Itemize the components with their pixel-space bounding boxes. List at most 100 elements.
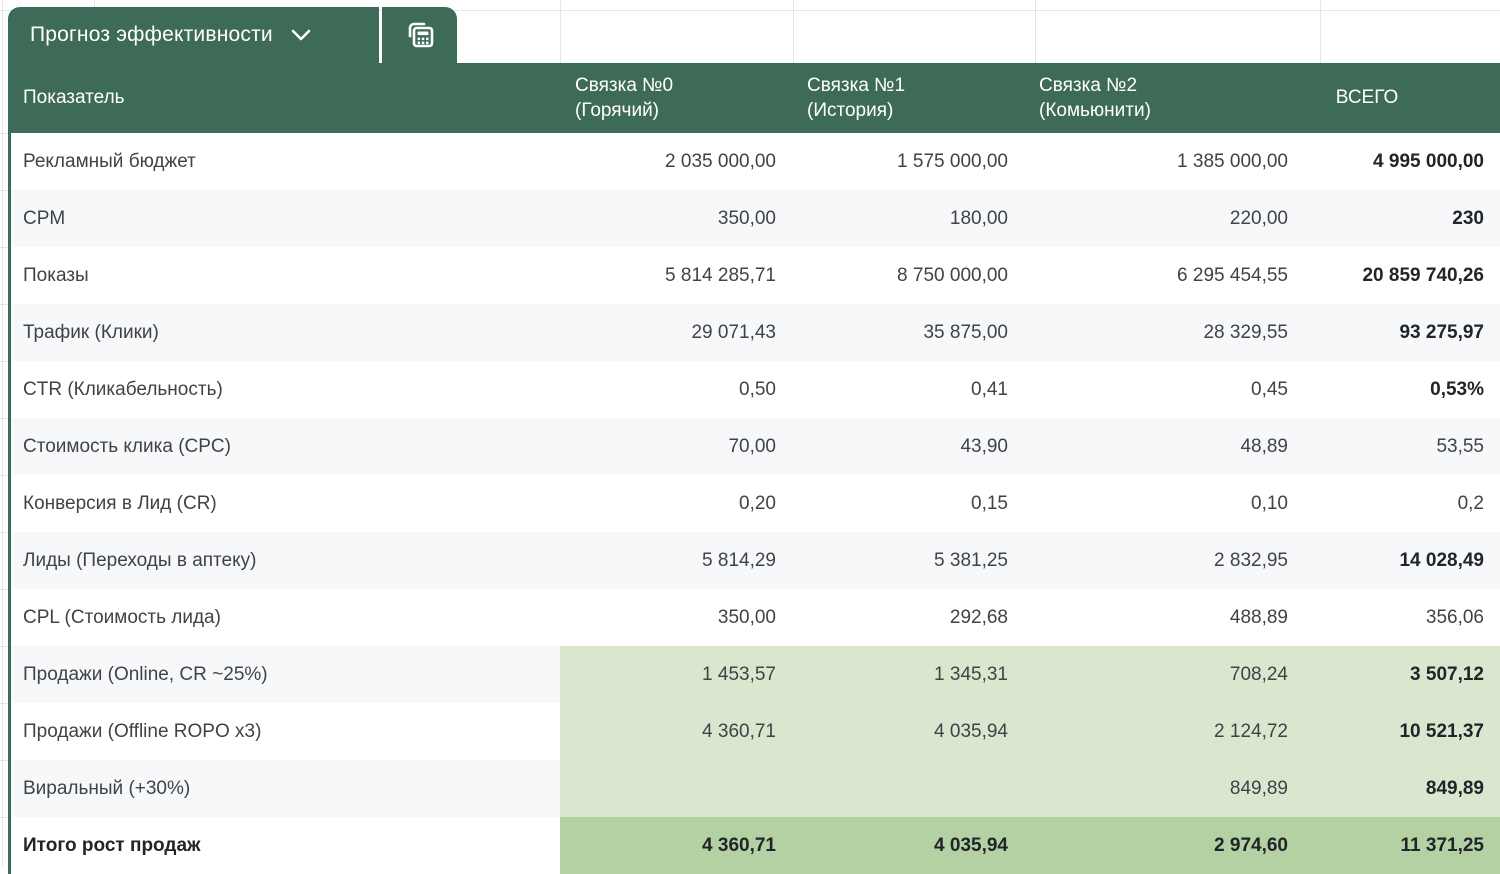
forecast-table: Показатель Связка №0 (Горячий) Связка №1…: [8, 63, 1500, 874]
total-cell[interactable]: 11 371,25: [1304, 817, 1500, 874]
value-cell[interactable]: 5 814,29: [560, 532, 792, 589]
value-cell[interactable]: 0,50: [560, 361, 792, 418]
table-row: CTR (Кликабельность) 0,50 0,41 0,45 0,53…: [11, 361, 1500, 418]
value-cell[interactable]: 2 035 000,00: [560, 133, 792, 190]
gridline: [560, 0, 561, 63]
metric-cell[interactable]: Продажи (Online, CR ~25%): [11, 646, 560, 703]
gridline: [1035, 0, 1036, 63]
table-header-row: Показатель Связка №0 (Горячий) Связка №1…: [11, 63, 1500, 133]
total-cell[interactable]: 356,06: [1304, 589, 1500, 646]
value-cell[interactable]: 220,00: [1024, 190, 1304, 247]
value-cell[interactable]: 4 035,94: [792, 817, 1024, 874]
column-header-bundle-0[interactable]: Связка №0 (Горячий): [560, 63, 792, 133]
value-cell[interactable]: 488,89: [1024, 589, 1304, 646]
header-line: (Комьюнити): [1039, 98, 1151, 123]
value-cell[interactable]: 48,89: [1024, 418, 1304, 475]
table-name-tab[interactable]: Прогноз эффективности: [8, 7, 379, 63]
value-cell[interactable]: 2 832,95: [1024, 532, 1304, 589]
value-cell[interactable]: 5 381,25: [792, 532, 1024, 589]
metric-cell[interactable]: Продажи (Offline ROPO x3): [11, 703, 560, 760]
metric-cell[interactable]: Конверсия в Лид (CR): [11, 475, 560, 532]
total-cell[interactable]: 4 995 000,00: [1304, 133, 1500, 190]
metric-cell[interactable]: Виральный (+30%): [11, 760, 560, 817]
column-header-total[interactable]: ВСЕГО: [1304, 63, 1500, 133]
value-cell[interactable]: 0,10: [1024, 475, 1304, 532]
value-cell[interactable]: 6 295 454,55: [1024, 247, 1304, 304]
table-row: Продажи (Online, CR ~25%) 1 453,57 1 345…: [11, 646, 1500, 703]
value-cell[interactable]: 28 329,55: [1024, 304, 1304, 361]
value-cell[interactable]: 180,00: [792, 190, 1024, 247]
value-cell[interactable]: 4 360,71: [560, 817, 792, 874]
table-row: Виральный (+30%) 849,89 849,89: [11, 760, 1500, 817]
value-cell[interactable]: 350,00: [560, 589, 792, 646]
column-header-bundle-1[interactable]: Связка №1 (История): [792, 63, 1024, 133]
value-cell[interactable]: 1 385 000,00: [1024, 133, 1304, 190]
table-row: Показы 5 814 285,71 8 750 000,00 6 295 4…: [11, 247, 1500, 304]
value-cell[interactable]: 2 974,60: [1024, 817, 1304, 874]
table-row-total: Итого рост продаж 4 360,71 4 035,94 2 97…: [11, 817, 1500, 874]
value-cell[interactable]: 292,68: [792, 589, 1024, 646]
total-cell[interactable]: 20 859 740,26: [1304, 247, 1500, 304]
table-row: Лиды (Переходы в аптеку) 5 814,29 5 381,…: [11, 532, 1500, 589]
header-line: Связка №0: [575, 73, 673, 98]
header-line: Связка №1: [807, 73, 905, 98]
gridline: [793, 0, 794, 63]
value-cell[interactable]: 849,89: [1024, 760, 1304, 817]
value-cell[interactable]: 708,24: [1024, 646, 1304, 703]
value-cell[interactable]: 0,20: [560, 475, 792, 532]
header-line: (История): [807, 98, 893, 123]
value-cell[interactable]: 0,45: [1024, 361, 1304, 418]
value-cell[interactable]: 1 345,31: [792, 646, 1024, 703]
total-cell[interactable]: 849,89: [1304, 760, 1500, 817]
table-tools-button[interactable]: [382, 7, 457, 63]
metric-cell[interactable]: CPM: [11, 190, 560, 247]
value-cell[interactable]: 1 453,57: [560, 646, 792, 703]
value-cell[interactable]: 43,90: [792, 418, 1024, 475]
value-cell[interactable]: 1 575 000,00: [792, 133, 1024, 190]
total-cell[interactable]: 53,55: [1304, 418, 1500, 475]
table-row: Конверсия в Лид (CR) 0,20 0,15 0,10 0,2: [11, 475, 1500, 532]
total-cell[interactable]: 14 028,49: [1304, 532, 1500, 589]
value-cell[interactable]: [792, 760, 1024, 817]
header-line: Связка №2: [1039, 73, 1137, 98]
value-cell[interactable]: 4 360,71: [560, 703, 792, 760]
value-cell[interactable]: 70,00: [560, 418, 792, 475]
column-header-bundle-2[interactable]: Связка №2 (Комьюнити): [1024, 63, 1304, 133]
metric-cell[interactable]: Итого рост продаж: [11, 817, 560, 874]
table-row: Трафик (Клики) 29 071,43 35 875,00 28 32…: [11, 304, 1500, 361]
table-calculator-icon: [400, 15, 440, 55]
value-cell[interactable]: 2 124,72: [1024, 703, 1304, 760]
table-row: CPL (Стоимость лида) 350,00 292,68 488,8…: [11, 589, 1500, 646]
total-cell[interactable]: 0,53%: [1304, 361, 1500, 418]
table-row: Рекламный бюджет 2 035 000,00 1 575 000,…: [11, 133, 1500, 190]
chevron-down-icon: [289, 28, 313, 42]
column-header-metric[interactable]: Показатель: [11, 63, 560, 133]
metric-cell[interactable]: Стоимость клика (CPC): [11, 418, 560, 475]
value-cell[interactable]: 0,41: [792, 361, 1024, 418]
metric-cell[interactable]: Трафик (Клики): [11, 304, 560, 361]
metric-cell[interactable]: CPL (Стоимость лида): [11, 589, 560, 646]
header-line: (Горячий): [575, 98, 659, 123]
value-cell[interactable]: 8 750 000,00: [792, 247, 1024, 304]
gridline: [2, 0, 3, 866]
metric-cell[interactable]: Лиды (Переходы в аптеку): [11, 532, 560, 589]
value-cell[interactable]: 350,00: [560, 190, 792, 247]
table-name-label: Прогноз эффективности: [30, 23, 273, 47]
metric-cell[interactable]: Рекламный бюджет: [11, 133, 560, 190]
value-cell[interactable]: 4 035,94: [792, 703, 1024, 760]
total-cell[interactable]: 10 521,37: [1304, 703, 1500, 760]
total-cell[interactable]: 0,2: [1304, 475, 1500, 532]
total-cell[interactable]: 3 507,12: [1304, 646, 1500, 703]
value-cell[interactable]: 0,15: [792, 475, 1024, 532]
value-cell[interactable]: [560, 760, 792, 817]
gridline: [1320, 0, 1321, 63]
value-cell[interactable]: 5 814 285,71: [560, 247, 792, 304]
table-row: Продажи (Offline ROPO x3) 4 360,71 4 035…: [11, 703, 1500, 760]
total-cell[interactable]: 93 275,97: [1304, 304, 1500, 361]
value-cell[interactable]: 35 875,00: [792, 304, 1024, 361]
metric-cell[interactable]: CTR (Кликабельность): [11, 361, 560, 418]
table-row: CPM 350,00 180,00 220,00 230: [11, 190, 1500, 247]
metric-cell[interactable]: Показы: [11, 247, 560, 304]
total-cell[interactable]: 230: [1304, 190, 1500, 247]
value-cell[interactable]: 29 071,43: [560, 304, 792, 361]
